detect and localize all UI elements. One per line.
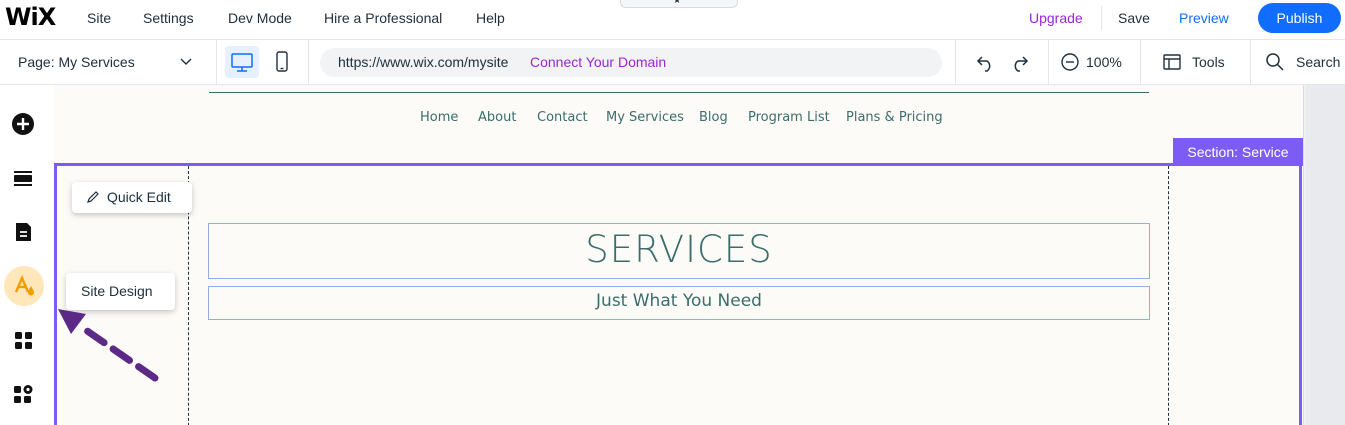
divider — [1250, 40, 1251, 85]
connect-domain-link[interactable]: Connect Your Domain — [530, 54, 666, 70]
pencil-icon — [87, 191, 99, 203]
star-icon: ★ — [673, 0, 682, 5]
site-design-icon — [14, 274, 34, 296]
collapse-tab[interactable]: ★ — [620, 0, 738, 8]
editor-toolbar: Page: My Services https://www.wix.com/my… — [0, 40, 1345, 85]
divider — [1048, 40, 1049, 85]
nav-program-list[interactable]: Program List — [748, 110, 830, 125]
gridline-right — [1168, 166, 1169, 425]
undo-icon[interactable] — [974, 50, 998, 74]
editor-canvas: Home About Contact My Services Blog Prog… — [54, 85, 1345, 425]
divider — [1140, 40, 1141, 85]
mobile-view-button[interactable] — [266, 46, 298, 78]
site-design-tooltip: Site Design — [66, 273, 175, 310]
apps-icon — [15, 332, 32, 349]
divider — [216, 40, 217, 85]
add-elements-button[interactable] — [7, 107, 41, 141]
chevron-down-icon[interactable] — [180, 56, 192, 66]
upgrade-link[interactable]: Upgrade — [1029, 10, 1083, 26]
site-design-tooltip-label: Site Design — [81, 283, 153, 299]
menu-settings[interactable]: Settings — [143, 10, 194, 26]
site-url-bar: https://www.wix.com/mysite Connect Your … — [320, 48, 942, 77]
mobile-icon — [276, 51, 288, 72]
services-title: SERVICES — [585, 228, 773, 271]
add-elements-icon — [12, 113, 34, 135]
wix-logo[interactable]: WiX — [5, 3, 56, 31]
menu-help[interactable]: Help — [476, 10, 505, 26]
pages-button[interactable] — [7, 215, 41, 249]
redo-icon[interactable] — [1007, 50, 1031, 74]
nav-home[interactable]: Home — [420, 110, 458, 125]
site-page: Home About Contact My Services Blog Prog… — [54, 85, 1304, 425]
page-selector[interactable]: Page: My Services — [18, 54, 135, 70]
sections-button[interactable] — [7, 161, 41, 195]
search-icon[interactable] — [1263, 50, 1287, 74]
tools-button[interactable]: Tools — [1192, 54, 1225, 70]
sections-icon — [14, 171, 32, 186]
section-label-tag[interactable]: Section: Service — [1173, 138, 1303, 166]
top-menu-bar: WiX Site Settings Dev Mode Hire a Profes… — [0, 0, 1345, 40]
desktop-view-button[interactable] — [225, 46, 259, 78]
tools-icon[interactable] — [1160, 50, 1184, 74]
nav-blog[interactable]: Blog — [699, 110, 728, 125]
services-subtitle-element[interactable]: Just What You Need — [208, 286, 1150, 320]
pages-icon — [16, 223, 31, 241]
business-tools-icon — [14, 385, 33, 403]
divider — [308, 40, 309, 85]
publish-button[interactable]: Publish — [1258, 3, 1341, 33]
divider — [955, 40, 956, 85]
site-url: https://www.wix.com/mysite — [338, 54, 509, 70]
services-title-element[interactable]: SERVICES — [208, 223, 1150, 279]
left-rail — [0, 85, 54, 425]
nav-my-services[interactable]: My Services — [606, 110, 684, 125]
menu-site[interactable]: Site — [87, 10, 111, 26]
nav-plans-pricing[interactable]: Plans & Pricing — [846, 110, 943, 125]
quick-edit-button[interactable]: Quick Edit — [72, 182, 192, 213]
zoom-level[interactable]: 100% — [1086, 54, 1122, 70]
nav-about[interactable]: About — [478, 110, 516, 125]
site-design-button[interactable] — [4, 266, 44, 306]
apps-button[interactable] — [7, 323, 41, 357]
business-tools-button[interactable] — [7, 377, 41, 411]
preview-button[interactable]: Preview — [1179, 10, 1229, 26]
menu-dev-mode[interactable]: Dev Mode — [228, 10, 292, 26]
canvas-gutter — [1306, 85, 1345, 425]
quick-edit-label: Quick Edit — [107, 189, 171, 205]
header-divider-line[interactable] — [209, 92, 1149, 93]
zoom-out-icon[interactable] — [1058, 50, 1082, 74]
services-subtitle: Just What You Need — [596, 291, 762, 311]
divider — [1101, 6, 1102, 30]
search-button[interactable]: Search — [1296, 54, 1340, 70]
menu-hire-professional[interactable]: Hire a Professional — [324, 10, 442, 26]
nav-contact[interactable]: Contact — [537, 110, 588, 125]
desktop-icon — [231, 53, 253, 72]
save-button[interactable]: Save — [1118, 10, 1150, 26]
